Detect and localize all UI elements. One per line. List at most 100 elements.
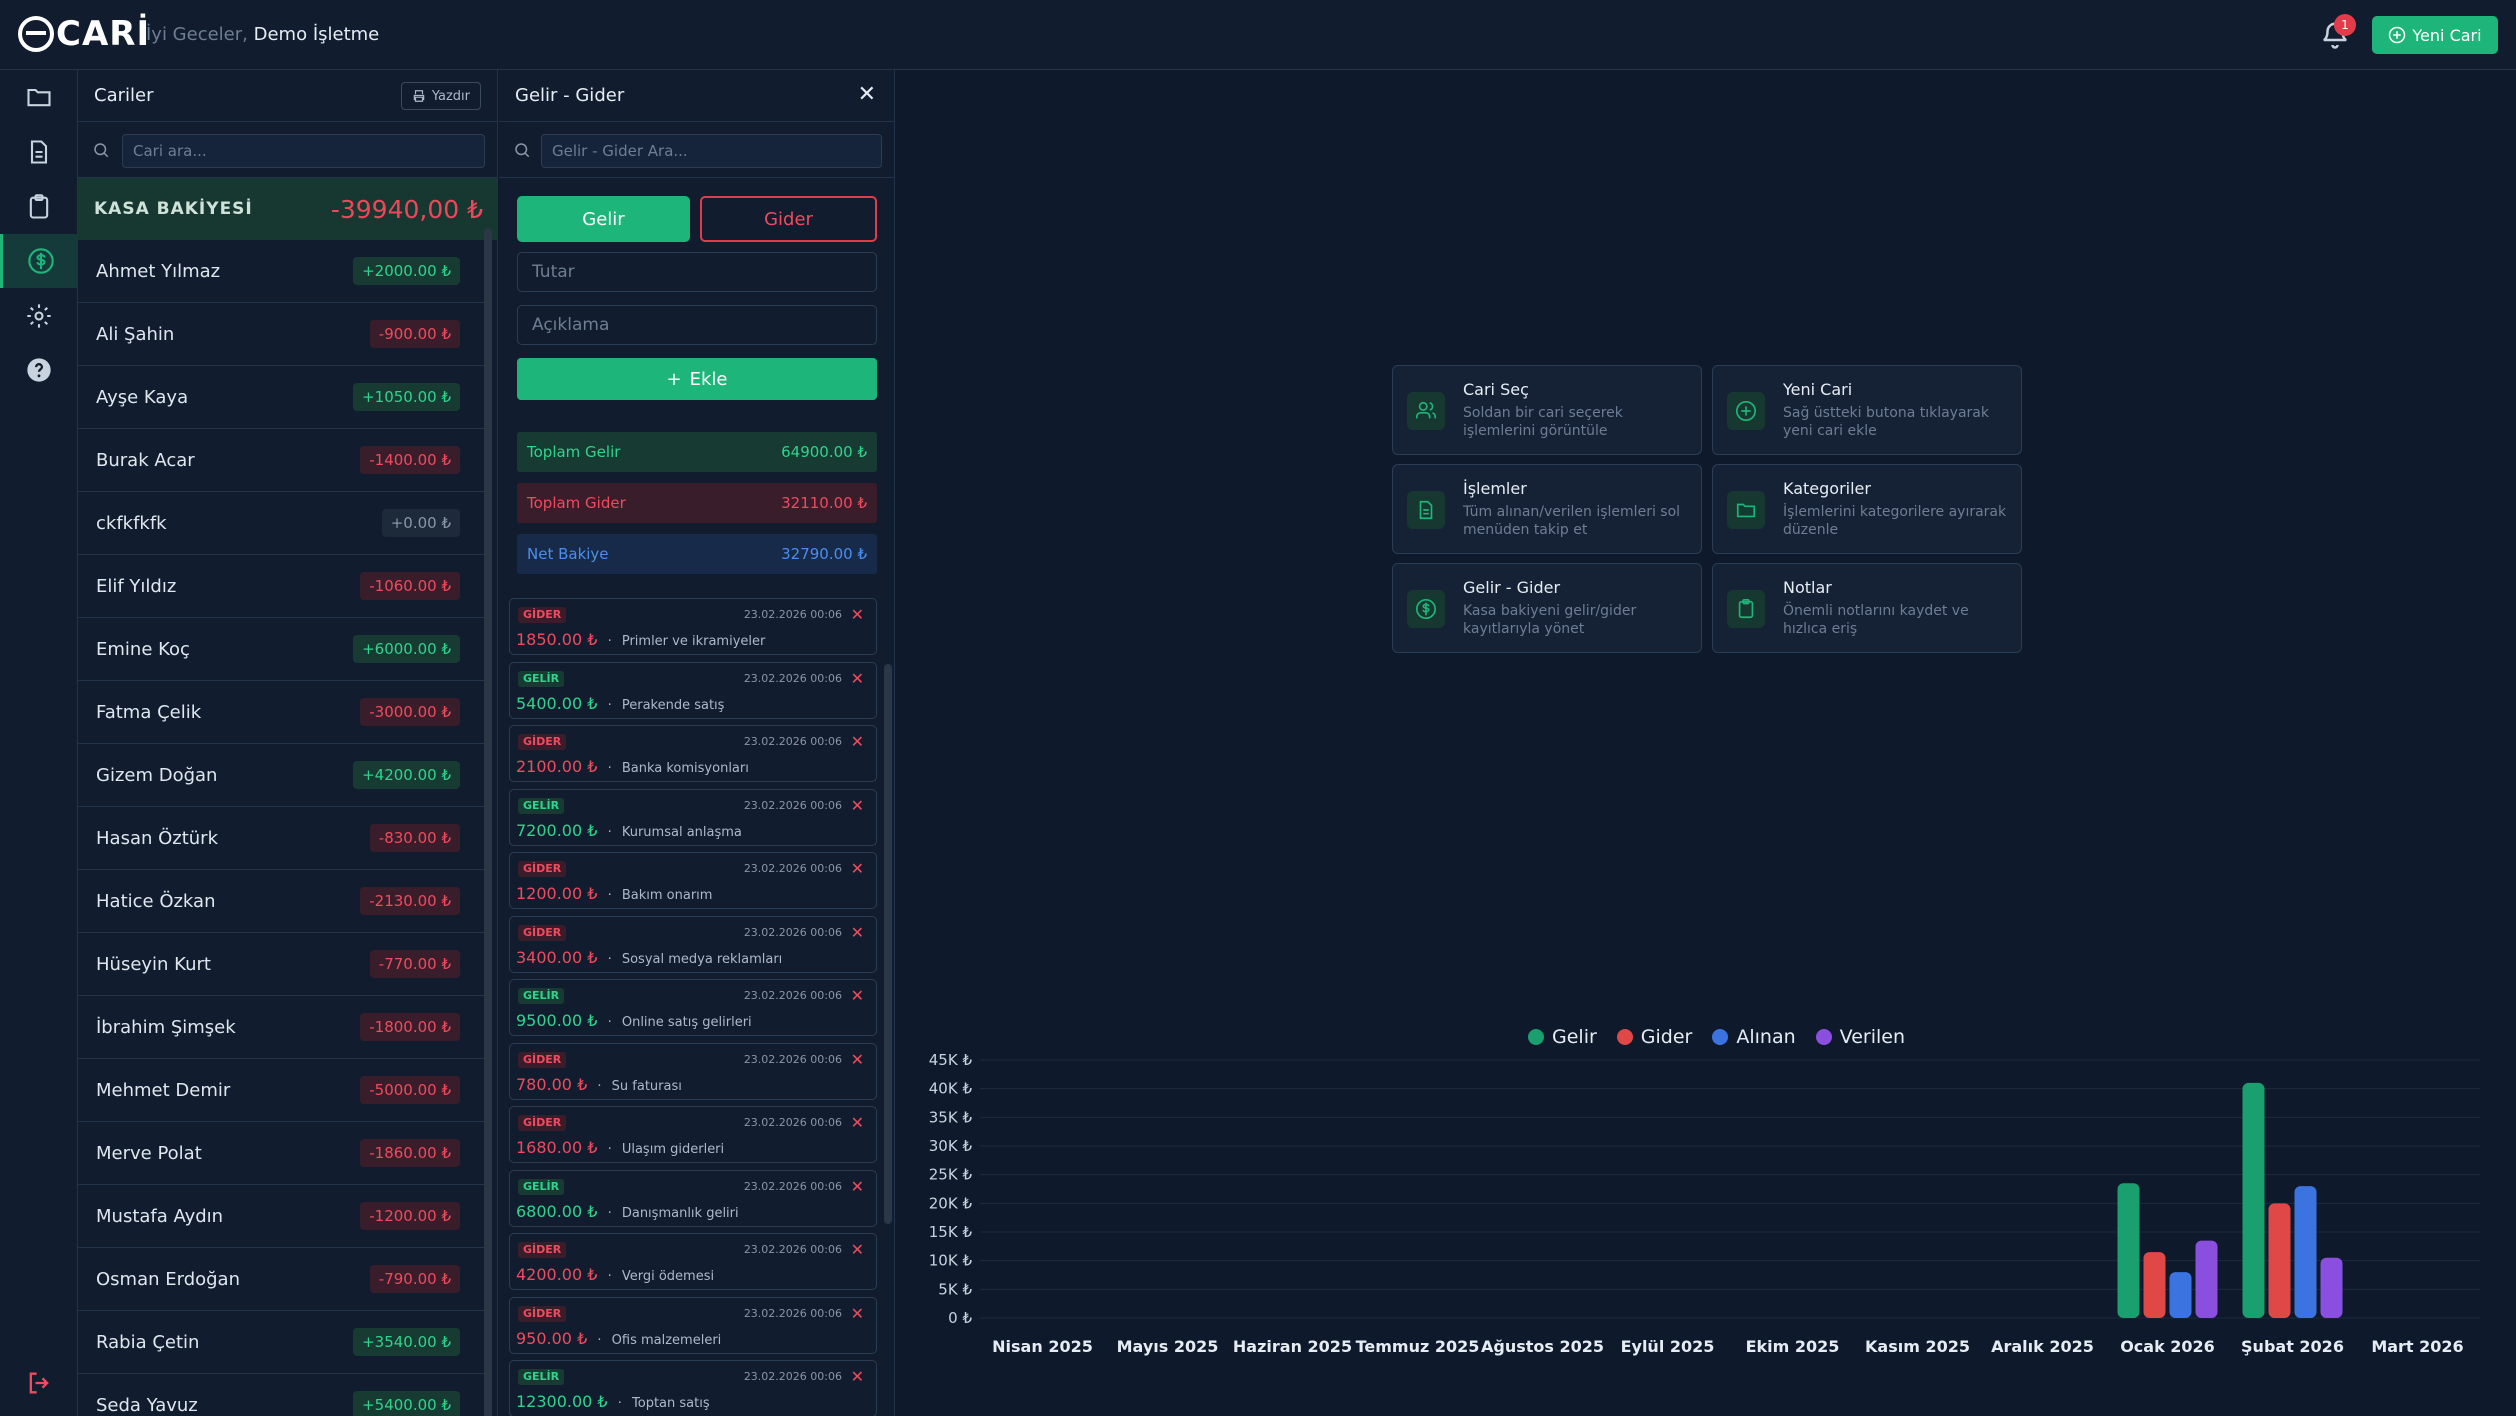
cari-list-item[interactable]: İbrahim Şimşek -1800.00 ₺	[78, 996, 488, 1059]
delete-icon[interactable]: ✕	[851, 1177, 864, 1196]
description-field[interactable]: Açıklama	[517, 305, 877, 345]
tab-gider[interactable]: Gider	[700, 196, 877, 242]
transaction-item[interactable]: GİDER 23.02.2026 00:06 ✕ 1680.00 ₺ · Ulaşım…	[509, 1106, 877, 1163]
nav-help[interactable]	[0, 343, 78, 397]
cari-list-item[interactable]: Hatice Özkan -2130.00 ₺	[78, 870, 488, 933]
transaction-separator: ·	[613, 1396, 627, 1411]
delete-icon[interactable]: ✕	[851, 669, 864, 688]
info-card[interactable]: Gelir - Gider Kasa bakiyeni gelir/gider k…	[1392, 563, 1702, 653]
transaction-list-scrollbar[interactable]	[884, 664, 892, 1224]
delete-icon[interactable]: ✕	[851, 859, 864, 878]
transaction-item[interactable]: GELİR 23.02.2026 00:06 ✕ 12300.00 ₺ · Topta…	[509, 1360, 877, 1416]
cari-list-item[interactable]: Merve Polat -1860.00 ₺	[78, 1122, 488, 1185]
cari-list-item[interactable]: Seda Yavuz +5400.00 ₺	[78, 1374, 488, 1416]
delete-icon[interactable]: ✕	[851, 1240, 864, 1259]
delete-icon[interactable]: ✕	[851, 1050, 864, 1069]
transaction-item[interactable]: GİDER 23.02.2026 00:06 ✕ 950.00 ₺ · Ofis ma…	[509, 1296, 877, 1354]
info-card[interactable]: Cari Seç Soldan bir cari seçerek işlemler…	[1392, 365, 1702, 455]
new-cari-button[interactable]: Yeni Cari	[2372, 16, 2498, 54]
nav-gelir-gider[interactable]	[0, 234, 78, 288]
transaction-item[interactable]: GELİR 23.02.2026 00:06 ✕ 6800.00 ₺ · Danışm…	[509, 1169, 877, 1227]
transaction-item[interactable]: GELİR 23.02.2026 00:06 ✕ 7200.00 ₺ · Kurums…	[509, 788, 877, 846]
cari-list-item[interactable]: Osman Erdoğan -790.00 ₺	[78, 1248, 488, 1311]
transaction-item[interactable]: GİDER 23.02.2026 00:06 ✕ 2100.00 ₺ · Banka …	[509, 725, 877, 782]
cari-list-item[interactable]: Mehmet Demir -5000.00 ₺	[78, 1059, 488, 1122]
info-card[interactable]: İşlemler Tüm alınan/verilen işlemleri sol…	[1392, 464, 1702, 554]
add-button[interactable]: + Ekle	[517, 358, 877, 400]
amount-field[interactable]: Tutar	[517, 252, 877, 292]
transaction-item[interactable]: GİDER 23.02.2026 00:06 ✕ 1200.00 ₺ · Bakım …	[509, 852, 877, 909]
y-tick-label: 45K ₺	[929, 1051, 973, 1069]
info-card[interactable]: Notlar Önemli notlarını kaydet ve hızlıca…	[1712, 563, 2022, 653]
cari-balance-badge: -2130.00 ₺	[360, 887, 460, 915]
nav-documents[interactable]	[0, 125, 78, 179]
transaction-item[interactable]: GİDER 23.02.2026 00:06 ✕ 3400.00 ₺ · Sosyal…	[509, 915, 877, 973]
info-card[interactable]: Yeni Cari Sağ üstteki butona tıklayarak y…	[1712, 365, 2022, 455]
bar-gider[interactable]	[2143, 1252, 2166, 1318]
close-icon[interactable]: ✕	[858, 82, 876, 107]
cari-list-item[interactable]: Hasan Öztürk -830.00 ₺	[78, 807, 488, 870]
delete-icon[interactable]: ✕	[851, 732, 864, 751]
total-expense-value: 32110.00 ₺	[781, 494, 867, 512]
bar-verilen[interactable]	[2195, 1240, 2218, 1318]
cari-balance-badge: +5400.00 ₺	[353, 1391, 460, 1416]
cari-list-item[interactable]: Burak Acar -1400.00 ₺	[78, 429, 488, 492]
transaction-item[interactable]: GİDER 23.02.2026 00:06 ✕ 1850.00 ₺ · Primle…	[509, 598, 877, 655]
transaction-item[interactable]: GELİR 23.02.2026 00:06 ✕ 9500.00 ₺ · Online…	[509, 979, 877, 1036]
gelir-gider-search-input[interactable]: Gelir - Gider Ara...	[541, 134, 882, 168]
bar-alınan[interactable]	[2294, 1186, 2317, 1318]
transaction-item[interactable]: GELİR 23.02.2026 00:06 ✕ 5400.00 ₺ · Perake…	[509, 661, 877, 719]
nav-settings[interactable]	[0, 289, 78, 343]
cari-name: Ali Şahin	[96, 323, 175, 345]
gear-icon	[27, 304, 51, 328]
transaction-line: 780.00 ₺ · Su faturası	[516, 1075, 682, 1094]
bar-verilen[interactable]	[2320, 1257, 2343, 1318]
bar-alınan[interactable]	[2169, 1272, 2192, 1318]
monthly-bar-chart: 0 ₺ 5K ₺ 10K ₺ 15K ₺ 20K ₺ 25K ₺ 30K ₺ 35K ₺ 40K…	[929, 1051, 2480, 1356]
cari-list-item[interactable]: Emine Koç +6000.00 ₺	[78, 618, 488, 681]
delete-icon[interactable]: ✕	[851, 923, 864, 942]
info-card[interactable]: Kategoriler İşlemlerini kategorilere ayır…	[1712, 464, 2022, 554]
delete-icon[interactable]: ✕	[851, 986, 864, 1005]
app-logo[interactable]: CARİ	[18, 14, 150, 54]
transaction-date: 23.02.2026 00:06	[743, 608, 842, 621]
cari-list-item[interactable]: Ayşe Kaya +1050.00 ₺	[78, 366, 488, 429]
gelir-gider-title: Gelir - Gider	[515, 85, 625, 106]
bar-gider[interactable]	[2268, 1203, 2291, 1318]
cari-list-item[interactable]: Gizem Doğan +4200.00 ₺	[78, 744, 488, 807]
logout-button[interactable]	[0, 1356, 78, 1410]
transaction-line: 5400.00 ₺ · Perakende satış	[516, 694, 724, 713]
cari-list-item[interactable]: ckfkfkfk +0.00 ₺	[78, 492, 488, 555]
transaction-item[interactable]: GİDER 23.02.2026 00:06 ✕ 4200.00 ₺ · Vergi …	[509, 1233, 877, 1290]
cari-list-item[interactable]: Ali Şahin -900.00 ₺	[78, 303, 488, 366]
cari-list-scrollbar[interactable]	[484, 228, 492, 1416]
cari-list-item[interactable]: Fatma Çelik -3000.00 ₺	[78, 681, 488, 744]
y-tick-label: 0 ₺	[948, 1309, 972, 1327]
transaction-date: 23.02.2026 00:06	[743, 925, 842, 939]
cari-list-item[interactable]: Rabia Çetin +3540.00 ₺	[78, 1311, 488, 1374]
delete-icon[interactable]: ✕	[851, 1113, 864, 1132]
delete-icon[interactable]: ✕	[851, 605, 864, 624]
delete-icon[interactable]: ✕	[851, 796, 864, 815]
x-tick-label: Kasım 2025	[1865, 1337, 1970, 1356]
cari-list-item[interactable]: Hüseyin Kurt -770.00 ₺	[78, 933, 488, 996]
x-tick-label: Mayıs 2025	[1117, 1337, 1219, 1356]
transaction-line: 12300.00 ₺ · Toptan satış	[516, 1392, 710, 1411]
cari-name: ckfkfkfk	[96, 512, 167, 534]
bar-gelir[interactable]	[2242, 1082, 2265, 1318]
transaction-item[interactable]: GİDER 23.02.2026 00:06 ✕ 780.00 ₺ · Su fatu…	[509, 1042, 877, 1100]
print-button[interactable]: Yazdır	[400, 82, 481, 110]
y-tick-label: 25K ₺	[929, 1166, 973, 1184]
users-icon	[1407, 392, 1445, 430]
cari-list-item[interactable]: Ahmet Yılmaz +2000.00 ₺	[78, 240, 488, 303]
delete-icon[interactable]: ✕	[851, 1367, 864, 1386]
cari-list-item[interactable]: Elif Yıldız -1060.00 ₺	[78, 555, 488, 618]
nav-notes[interactable]	[0, 180, 78, 234]
transaction-date: 23.02.2026 00:06	[743, 1116, 842, 1129]
bar-gelir[interactable]	[2117, 1183, 2140, 1318]
tab-gelir[interactable]: Gelir	[517, 196, 690, 242]
delete-icon[interactable]: ✕	[851, 1304, 864, 1323]
cari-search-input[interactable]: Cari ara...	[122, 134, 485, 168]
nav-folder[interactable]	[0, 70, 78, 124]
cari-list-item[interactable]: Mustafa Aydın -1200.00 ₺	[78, 1185, 488, 1248]
